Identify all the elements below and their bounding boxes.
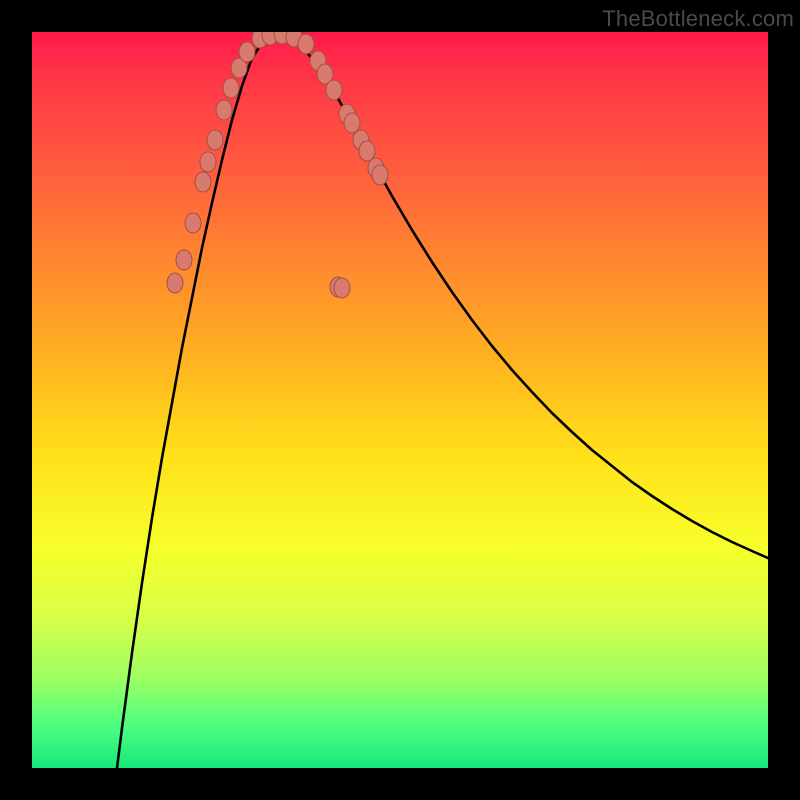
data-marker [326,80,342,100]
chart-svg [32,32,768,768]
chart-frame: TheBottleneck.com [0,0,800,800]
chart-plot-area [32,32,768,768]
watermark-text: TheBottleneck.com [602,6,794,32]
data-marker [216,100,232,120]
data-marker [298,34,314,54]
data-marker [207,130,223,150]
data-marker [344,113,360,133]
data-marker [372,165,388,185]
data-marker [167,273,183,293]
data-marker [185,213,201,233]
data-marker [359,141,375,161]
data-marker [195,172,211,192]
data-marker [200,152,216,172]
data-marker [239,42,255,62]
data-marker [176,250,192,270]
data-marker [223,78,239,98]
data-marker [334,278,350,298]
